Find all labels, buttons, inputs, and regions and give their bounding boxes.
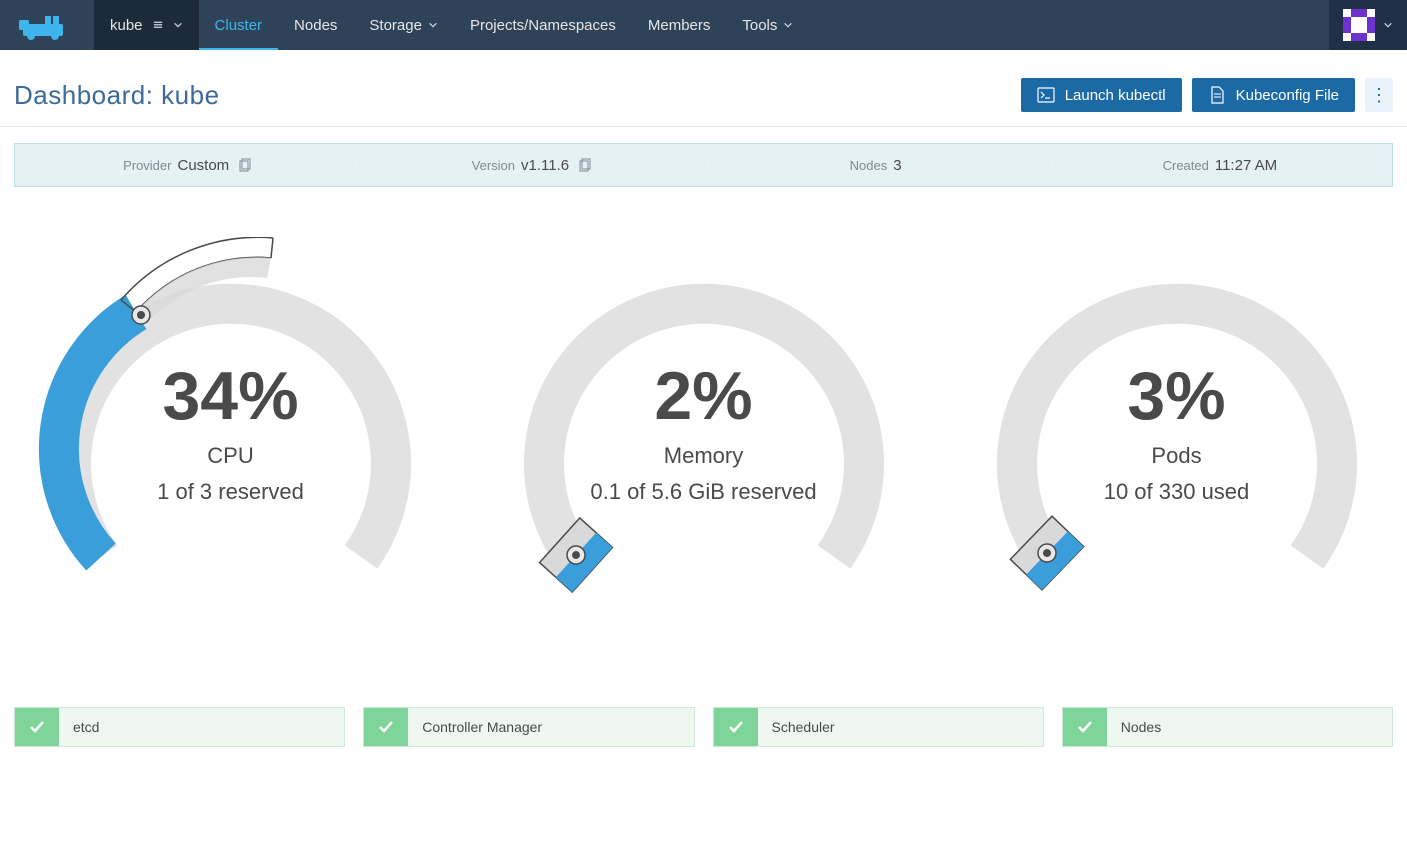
info-label: Nodes xyxy=(850,158,888,173)
status-label: etcd xyxy=(59,708,344,746)
info-nodes: Nodes 3 xyxy=(704,157,1048,174)
gauge-cpu: 34% CPU 1 of 3 reserved xyxy=(14,237,447,597)
info-provider: Provider Custom xyxy=(15,157,359,174)
logo[interactable] xyxy=(0,0,94,50)
check-icon xyxy=(364,708,408,746)
status-label: Controller Manager xyxy=(408,708,693,746)
status-label: Nodes xyxy=(1107,708,1392,746)
cluster-switcher-label: kube xyxy=(110,17,143,34)
check-icon xyxy=(1063,708,1107,746)
info-label: Created xyxy=(1163,158,1209,173)
top-nav: kube Cluster Nodes Storage Projects/Name… xyxy=(0,0,1407,50)
gauge-memory-text: 2% Memory 0.1 of 5.6 GiB reserved xyxy=(487,357,920,505)
info-value: 11:27 AM xyxy=(1215,157,1277,174)
nav-item-label: Members xyxy=(648,17,711,34)
avatar-icon xyxy=(1343,9,1375,41)
nav-item-label: Storage xyxy=(369,17,422,34)
page-header: Dashboard: kube Launch kubectl Kubeconfi… xyxy=(0,50,1407,127)
gauge-subtitle: 1 of 3 reserved xyxy=(14,479,447,505)
gauge-pods: 3% Pods 10 of 330 used xyxy=(960,237,1393,597)
info-version: Version v1.11.6 xyxy=(359,157,703,174)
gauge-memory: 2% Memory 0.1 of 5.6 GiB reserved xyxy=(487,237,920,597)
info-value: 3 xyxy=(893,157,901,174)
terminal-icon xyxy=(1037,86,1055,104)
gauges-row: 34% CPU 1 of 3 reserved 2% Memory 0.1 of… xyxy=(0,187,1407,617)
chevron-down-icon xyxy=(173,20,183,30)
button-label: Launch kubectl xyxy=(1065,87,1166,104)
menu-icon xyxy=(153,20,163,30)
nav-item-label: Tools xyxy=(742,17,777,34)
status-nodes: Nodes xyxy=(1062,707,1393,747)
gauge-pods-text: 3% Pods 10 of 330 used xyxy=(960,357,1393,505)
cluster-switcher[interactable]: kube xyxy=(94,0,199,50)
nav-item-label: Nodes xyxy=(294,17,337,34)
gauge-title: Pods xyxy=(960,443,1393,469)
kubeconfig-file-button[interactable]: Kubeconfig File xyxy=(1192,78,1355,112)
nav-items: Cluster Nodes Storage Projects/Namespace… xyxy=(199,0,810,50)
check-icon xyxy=(15,708,59,746)
nav-item-tools[interactable]: Tools xyxy=(726,0,809,50)
info-label: Version xyxy=(472,158,515,173)
copy-icon[interactable] xyxy=(579,158,591,172)
nav-item-projects[interactable]: Projects/Namespaces xyxy=(454,0,632,50)
copy-icon[interactable] xyxy=(239,158,251,172)
launch-kubectl-button[interactable]: Launch kubectl xyxy=(1021,78,1182,112)
gauge-percent: 3% xyxy=(960,357,1393,435)
status-scheduler: Scheduler xyxy=(713,707,1044,747)
nav-item-members[interactable]: Members xyxy=(632,0,727,50)
nav-item-label: Cluster xyxy=(215,17,263,34)
info-label: Provider xyxy=(123,158,171,173)
status-label: Scheduler xyxy=(758,708,1043,746)
gauge-percent: 34% xyxy=(14,357,447,435)
chevron-down-icon xyxy=(783,20,793,30)
info-value: v1.11.6 xyxy=(521,157,569,174)
nav-item-storage[interactable]: Storage xyxy=(353,0,454,50)
button-label: Kubeconfig File xyxy=(1236,87,1339,104)
nav-item-nodes[interactable]: Nodes xyxy=(278,0,353,50)
nav-item-cluster[interactable]: Cluster xyxy=(199,0,279,50)
file-icon xyxy=(1208,86,1226,104)
status-etcd: etcd xyxy=(14,707,345,747)
status-controller-manager: Controller Manager xyxy=(363,707,694,747)
cluster-info-strip: Provider Custom Version v1.11.6 Nodes 3 … xyxy=(14,143,1393,187)
more-actions-button[interactable]: ⋮ xyxy=(1365,78,1393,112)
rancher-logo-icon xyxy=(17,10,77,40)
nav-item-label: Projects/Namespaces xyxy=(470,17,616,34)
gauge-title: Memory xyxy=(487,443,920,469)
gauge-subtitle: 0.1 of 5.6 GiB reserved xyxy=(487,479,920,505)
page-title-prefix: Dashboard: xyxy=(14,80,153,110)
header-actions: Launch kubectl Kubeconfig File ⋮ xyxy=(1021,78,1393,112)
kebab-icon: ⋮ xyxy=(1370,85,1388,106)
gauge-cpu-text: 34% CPU 1 of 3 reserved xyxy=(14,357,447,505)
chevron-down-icon xyxy=(428,20,438,30)
user-menu[interactable] xyxy=(1329,0,1407,50)
gauge-subtitle: 10 of 330 used xyxy=(960,479,1393,505)
info-value: Custom xyxy=(177,157,229,174)
component-status-row: etcd Controller Manager Scheduler Nodes xyxy=(0,617,1407,747)
gauge-percent: 2% xyxy=(487,357,920,435)
chevron-down-icon xyxy=(1383,20,1393,30)
info-created: Created 11:27 AM xyxy=(1048,157,1392,174)
page-title: Dashboard: kube xyxy=(14,80,220,111)
check-icon xyxy=(714,708,758,746)
page-title-name: kube xyxy=(161,80,219,110)
gauge-title: CPU xyxy=(14,443,447,469)
